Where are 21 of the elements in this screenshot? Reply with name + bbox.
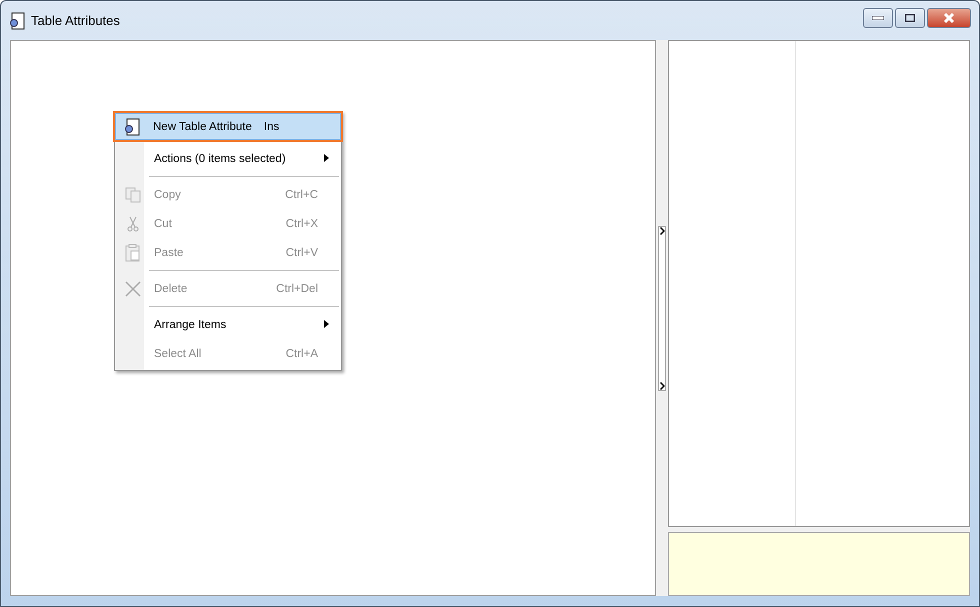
copy-icon — [125, 186, 141, 202]
delete-icon — [124, 280, 142, 298]
minimize-button[interactable] — [863, 8, 893, 28]
window-title: Table Attributes — [31, 13, 120, 28]
close-button[interactable] — [927, 8, 971, 28]
chevron-icon — [660, 226, 664, 234]
chevron-icon — [660, 382, 664, 390]
scissors-icon — [126, 216, 140, 232]
splitter-handle[interactable] — [658, 226, 666, 390]
minimize-icon — [872, 16, 884, 20]
window-icon — [9, 12, 25, 30]
table-icon — [124, 118, 140, 136]
maximize-button[interactable] — [895, 8, 925, 28]
clipboard-icon — [125, 244, 141, 262]
close-icon — [943, 13, 955, 23]
menu-item[interactable]: New Table Attribute Ins — [113, 111, 343, 142]
menu-item[interactable]: Actions (0 items selected) — [117, 144, 339, 173]
submenu-arrow-icon — [324, 154, 329, 162]
submenu-arrow-icon — [324, 320, 329, 328]
maximize-icon — [905, 14, 915, 22]
menu-item[interactable]: Arrange Items — [117, 310, 339, 339]
